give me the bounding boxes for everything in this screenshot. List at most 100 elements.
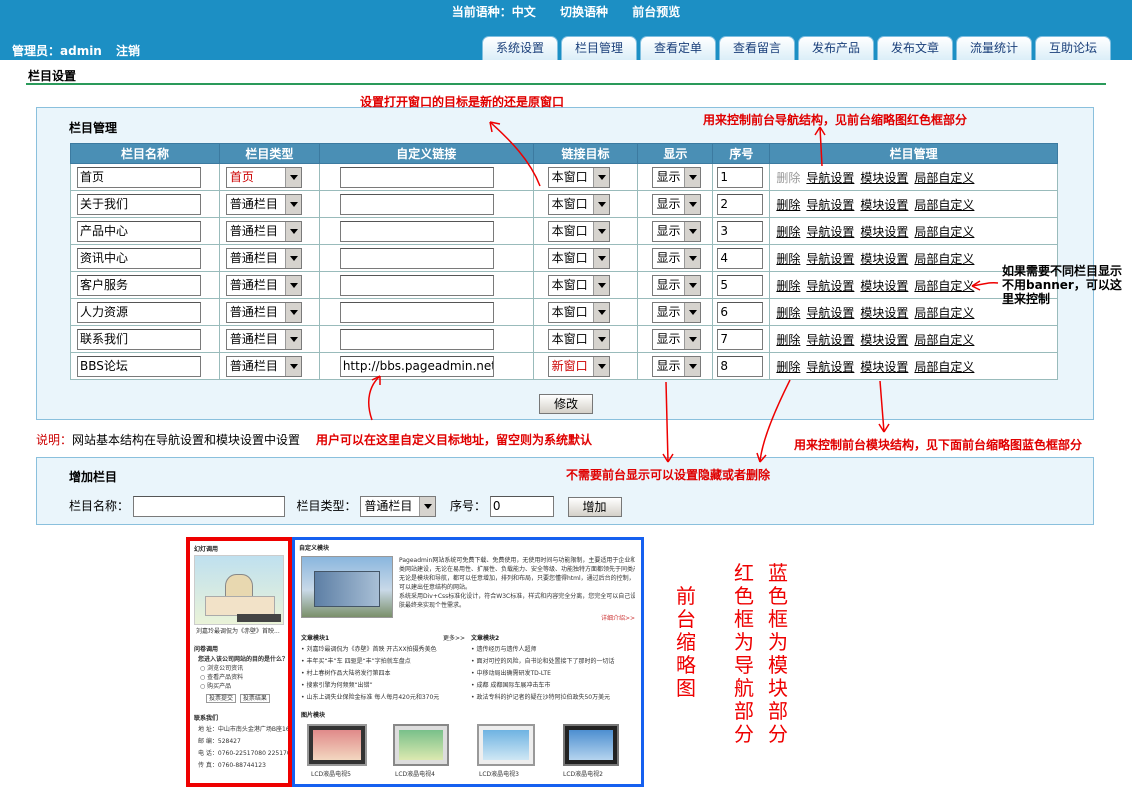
local-custom-link[interactable]: 局部自定义 [914,252,974,266]
column-name-input[interactable]: 人力资源 [77,301,201,323]
modify-button[interactable]: 修改 [539,394,593,414]
add-button[interactable]: 增加 [567,496,622,517]
column-name-input[interactable]: 关于我们 [77,193,201,215]
column-type-select[interactable]: 普通栏目 [225,355,302,377]
nav-settings-link[interactable]: 导航设置 [806,198,854,212]
column-type-select[interactable]: 普通栏目 [225,274,302,296]
order-input[interactable]: 4 [717,247,764,269]
custom-link-input[interactable] [339,247,494,269]
module-settings-link[interactable]: 模块设置 [860,360,908,374]
module-settings-link[interactable]: 模块设置 [860,333,908,347]
delete-link[interactable]: 删除 [776,360,800,374]
switch-language-link[interactable]: 切换语种 [560,5,608,19]
show-select[interactable]: 显示 [652,193,702,215]
custom-link-input[interactable] [339,301,494,323]
column-name-input[interactable]: 客户服务 [77,274,201,296]
tab-publish-product[interactable]: 发布产品 [798,36,874,60]
tab-forum[interactable]: 互助论坛 [1035,36,1111,60]
column-name-input[interactable]: 产品中心 [77,220,201,242]
link-target-select[interactable]: 本窗口 [547,220,610,242]
show-select[interactable]: 显示 [652,301,702,323]
link-target-select[interactable]: 本窗口 [547,274,610,296]
custom-link-input[interactable]: http://bbs.pageadmin.net/ [339,355,494,377]
add-order-input[interactable]: 0 [489,496,554,517]
nav-settings-link[interactable]: 导航设置 [806,171,854,185]
delete-link[interactable]: 删除 [776,198,800,212]
order-input[interactable]: 6 [717,301,764,323]
preview-link[interactable]: 前台预览 [632,5,680,19]
tab-traffic-stats[interactable]: 流量统计 [956,36,1032,60]
delete-link[interactable]: 删除 [776,225,800,239]
column-name-input[interactable]: BBS论坛 [77,355,201,377]
show-select[interactable]: 显示 [652,166,702,188]
link-target-select[interactable]: 本窗口 [547,301,610,323]
custom-link-input[interactable] [339,166,494,188]
local-custom-link[interactable]: 局部自定义 [914,279,974,293]
tv-caption: LCD液晶电视3 [479,771,519,778]
show-select[interactable]: 显示 [652,247,702,269]
nav-settings-link[interactable]: 导航设置 [806,306,854,320]
custom-link-input[interactable] [339,193,494,215]
logout-link[interactable]: 注销 [116,44,140,58]
show-select[interactable]: 显示 [652,220,702,242]
local-custom-link[interactable]: 局部自定义 [914,333,974,347]
nav-settings-link[interactable]: 导航设置 [806,333,854,347]
delete-link[interactable]: 删除 [776,279,800,293]
link-target-select[interactable]: 本窗口 [547,166,610,188]
tab-view-messages[interactable]: 查看留言 [719,36,795,60]
order-input[interactable]: 7 [717,328,764,350]
local-custom-link[interactable]: 局部自定义 [914,306,974,320]
delete-link[interactable]: 删除 [776,333,800,347]
custom-link-input[interactable] [339,274,494,296]
cell-name: 产品中心 [70,217,220,245]
add-name-input[interactable] [132,496,285,517]
nav-settings-link[interactable]: 导航设置 [806,279,854,293]
delete-link[interactable]: 删除 [776,252,800,266]
column-type-select[interactable]: 普通栏目 [225,220,302,242]
column-name-input[interactable]: 联系我们 [77,328,201,350]
local-custom-link[interactable]: 局部自定义 [914,171,974,185]
column-type-select[interactable]: 普通栏目 [225,328,302,350]
order-input[interactable]: 3 [717,220,764,242]
module-settings-link[interactable]: 模块设置 [860,198,908,212]
chevron-down-icon [592,275,609,295]
custom-link-input[interactable] [339,328,494,350]
local-custom-link[interactable]: 局部自定义 [914,360,974,374]
order-input[interactable]: 5 [717,274,764,296]
module-settings-link[interactable]: 模块设置 [860,171,908,185]
column-type-select[interactable]: 普通栏目 [225,247,302,269]
column-type-select[interactable]: 普通栏目 [225,193,302,215]
link-target-select[interactable]: 本窗口 [547,193,610,215]
local-custom-link[interactable]: 局部自定义 [914,198,974,212]
module-settings-link[interactable]: 模块设置 [860,252,908,266]
tab-view-orders[interactable]: 查看定单 [640,36,716,60]
link-target-select[interactable]: 本窗口 [547,328,610,350]
nav-settings-link[interactable]: 导航设置 [806,252,854,266]
column-name-input[interactable]: 首页 [77,166,201,188]
nav-settings-link[interactable]: 导航设置 [806,225,854,239]
tab-system-settings[interactable]: 系统设置 [482,36,558,60]
local-custom-link[interactable]: 局部自定义 [914,225,974,239]
column-type-select[interactable]: 普通栏目 [225,301,302,323]
table-row: 人力资源 普通栏目 本窗口 显示 6 删除 导航设置 模块设置 局部自定义 [70,298,1058,326]
tab-column-management[interactable]: 栏目管理 [561,36,637,60]
show-select[interactable]: 显示 [652,328,702,350]
order-input[interactable]: 8 [717,355,764,377]
custom-link-input[interactable] [339,220,494,242]
module-settings-link[interactable]: 模块设置 [860,306,908,320]
order-input[interactable]: 1 [717,166,764,188]
delete-link[interactable]: 删除 [776,306,800,320]
article-module-1: 文章模块1 更多>> • 刘嘉玲最调侃为《赤壁》首映 开古XX拍摄秀美色 • 丰年… [301,635,465,701]
column-name-input[interactable]: 资讯中心 [77,247,201,269]
tab-publish-article[interactable]: 发布文章 [877,36,953,60]
link-target-select[interactable]: 本窗口 [547,247,610,269]
nav-settings-link[interactable]: 导航设置 [806,360,854,374]
show-select[interactable]: 显示 [652,274,702,296]
column-type-select[interactable]: 首页 [225,166,302,188]
order-input[interactable]: 2 [717,193,764,215]
module-settings-link[interactable]: 模块设置 [860,279,908,293]
module-settings-link[interactable]: 模块设置 [860,225,908,239]
add-type-select[interactable]: 普通栏目 [360,496,437,517]
show-select[interactable]: 显示 [652,355,702,377]
link-target-select[interactable]: 新窗口 [547,355,610,377]
